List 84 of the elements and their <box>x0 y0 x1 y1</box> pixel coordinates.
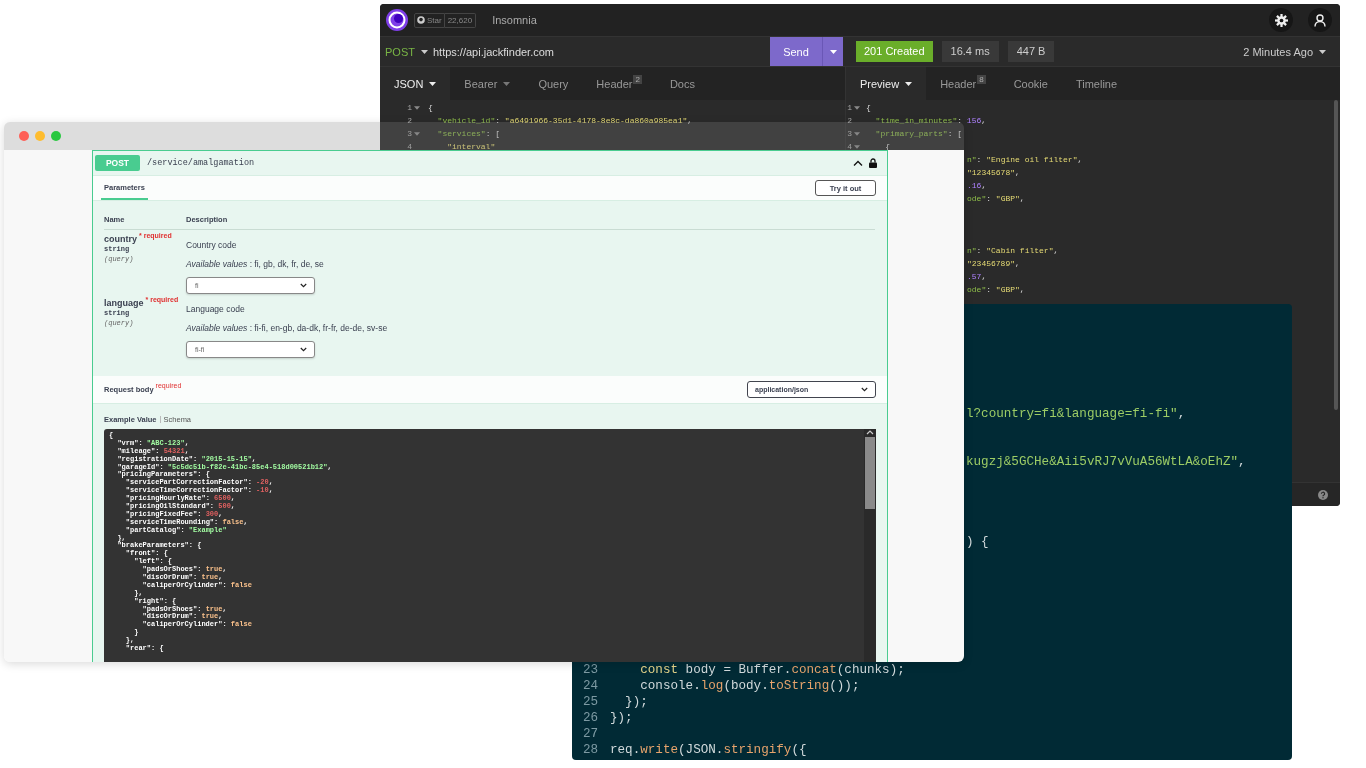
tab[interactable]: Query <box>524 67 583 100</box>
settings-button[interactable] <box>1269 8 1293 32</box>
count-badge: 2 <box>633 75 642 84</box>
available-values: Available values : fi-fi, en-gb, da-dk, fr-fr, de-de, sv-se <box>186 323 388 333</box>
code-line: "interval" <box>446 142 496 151</box>
count-badge: 8 <box>977 75 986 84</box>
code-line: { <box>866 103 871 112</box>
code-line: console.log(body.toString()); <box>639 679 860 693</box>
size-badge: 447 B <box>1007 41 1055 62</box>
line-number: 23 <box>583 663 599 677</box>
parameter-name: country <box>104 234 137 244</box>
code-line: "23456789", <box>967 259 1020 268</box>
code-line: const body = Buffer.concat(chunks); <box>639 663 905 677</box>
chevron-down-icon <box>300 283 307 288</box>
lock-icon[interactable] <box>869 158 877 168</box>
github-icon <box>417 16 425 24</box>
code-line: { <box>428 103 433 112</box>
code-line: .16, <box>967 181 987 190</box>
line-number: 26 <box>583 711 599 725</box>
tab[interactable]: Timeline <box>1061 67 1132 100</box>
chevron-down-icon <box>861 387 868 392</box>
code-line: n": "Engine oil filter", <box>967 155 1083 164</box>
code-line: kugzj&5GCHe&Aii5vRJ7vVuA56WtLA&oEhZ", <box>966 455 1246 469</box>
tab[interactable]: Docs <box>655 67 709 100</box>
code-line: }); <box>624 695 648 709</box>
method-label[interactable]: POST <box>385 45 415 58</box>
code-line: ode": "GBP", <box>967 285 1025 294</box>
code-line: "primary_parts": [ <box>874 129 963 138</box>
scrollbar[interactable] <box>1334 100 1338 410</box>
tab[interactable]: Bearer <box>450 67 525 100</box>
settings-icon <box>1274 13 1288 27</box>
github-star-button[interactable]: Star <box>414 12 445 28</box>
caret-icon <box>829 49 837 54</box>
line-number: 25 <box>583 695 599 709</box>
chevron-down-icon <box>300 347 307 352</box>
line-number: 28 <box>583 743 599 757</box>
code-line: "vehicle_id": "a6491966-35d1-4178-8e8c-da860a985ea1", <box>436 116 693 125</box>
line-number: 2 <box>847 116 852 125</box>
line-number: 3 <box>407 129 412 138</box>
code-line: l?country=fi&language=fi-fi", <box>966 407 1186 421</box>
code-line: }); <box>610 711 633 725</box>
star-count: 22,620 <box>444 12 477 28</box>
history-dropdown[interactable]: 2 Minutes Ago <box>1243 45 1326 58</box>
code-line: ) { <box>966 535 989 549</box>
chevron-up-icon[interactable] <box>853 160 863 166</box>
line-number: 24 <box>583 679 599 693</box>
available-values: Available values : fi, gb, dk, fr, de, se <box>186 259 324 269</box>
url-field[interactable]: https://api.jackfinder.com <box>432 45 770 58</box>
line-number: 3 <box>847 129 852 138</box>
line-number: 1 <box>407 103 412 112</box>
caret-icon <box>420 49 428 54</box>
endpoint-path: /service/amalgamation <box>147 158 256 168</box>
code-line: .57, <box>967 272 987 281</box>
code-line: n": "Cabin filter", <box>967 246 1059 255</box>
line-number: 2 <box>407 116 412 125</box>
parameter-description: Country code <box>186 240 238 250</box>
parameter-name: language <box>104 298 144 308</box>
code-line: "services": [ <box>436 129 501 138</box>
code-line: req.write(JSON.stringify({ <box>610 743 807 757</box>
help-icon[interactable] <box>1318 489 1328 500</box>
user-icon <box>1314 13 1326 27</box>
caret-icon <box>1319 49 1326 54</box>
code-line: ode": "GBP", <box>967 194 1025 203</box>
tab[interactable]: JSON <box>380 67 451 100</box>
send-button[interactable]: Send <box>770 37 843 66</box>
scrollbar[interactable] <box>864 429 876 662</box>
tab[interactable]: Header 8 <box>926 67 1000 100</box>
time-badge: 16.4 ms <box>941 41 999 62</box>
line-number: 4 <box>847 142 852 151</box>
tab[interactable]: Header 2 <box>582 67 656 100</box>
line-number: 4 <box>407 142 412 151</box>
tab[interactable]: Cookie <box>999 67 1062 100</box>
scroll-up-icon[interactable] <box>866 429 874 435</box>
parameter-description: Language code <box>186 304 246 314</box>
tab[interactable]: Preview <box>846 67 927 100</box>
app-title: Insomnia <box>492 14 537 26</box>
status-badge: 201 Created <box>856 41 933 62</box>
code-line: "time_in_minutes": 156, <box>874 116 987 125</box>
code-line: "12345678", <box>967 168 1020 177</box>
account-button[interactable] <box>1308 8 1332 32</box>
logo-icon[interactable] <box>386 9 408 31</box>
line-number: 1 <box>847 103 852 112</box>
method-badge: POST <box>95 155 140 171</box>
line-number: 27 <box>583 727 599 741</box>
